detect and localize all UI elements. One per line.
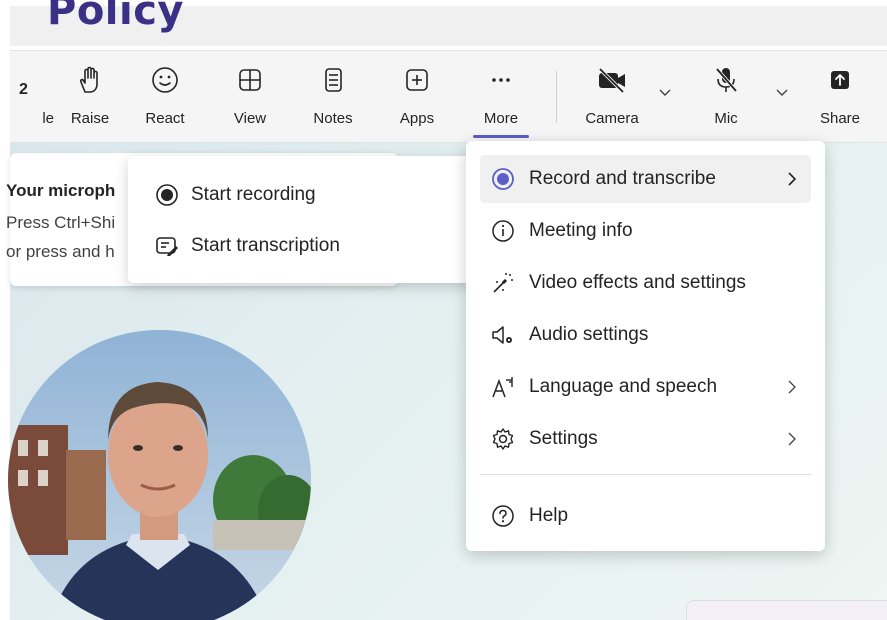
more-actions-menu: Record and transcribe Meeting info Video… — [466, 141, 825, 551]
grid-view-icon — [220, 65, 280, 95]
toolbar-mic-label: Mic — [714, 110, 738, 127]
toolbar-raise-label: Raise — [70, 110, 110, 127]
transcription-icon — [156, 237, 178, 256]
help-icon — [492, 505, 514, 527]
start-transcription-label: Start transcription — [191, 235, 340, 256]
toolbar-mic-button[interactable]: Mic — [696, 65, 756, 135]
speaker-settings-icon — [492, 326, 512, 344]
record-transcribe-submenu: Start recording Start transcription — [128, 156, 488, 283]
menu-item-audio-settings[interactable]: Audio settings — [480, 311, 811, 359]
menu-item-help[interactable]: Help — [480, 492, 811, 540]
share-icon — [810, 65, 870, 95]
toolbar-raise-button[interactable]: Raise — [60, 65, 120, 135]
magic-wand-icon — [493, 273, 513, 293]
toolbar-notes-label: Notes — [313, 110, 353, 127]
toolbar-view-label: View — [233, 110, 267, 127]
menu-item-meeting-info[interactable]: Meeting info — [480, 207, 811, 255]
menu-item-label: Video effects and settings — [529, 272, 746, 293]
meeting-toolbar: 2 le Raise React View Notes Apps More Ca… — [10, 50, 887, 143]
camera-off-icon — [582, 65, 642, 95]
menu-item-video-effects[interactable]: Video effects and settings — [480, 259, 811, 307]
add-apps-icon — [387, 65, 447, 95]
notes-icon — [303, 65, 363, 95]
toolbar-more-label: More — [483, 110, 519, 127]
toolbar-apps-button[interactable]: Apps — [387, 65, 447, 135]
toolbar-separator — [556, 71, 557, 123]
toolbar-react-button[interactable]: React — [135, 65, 195, 135]
start-recording-item[interactable]: Start recording — [128, 173, 488, 217]
more-icon — [471, 65, 531, 95]
toolbar-react-label: React — [145, 110, 185, 127]
slide-title: Policy — [47, 0, 185, 34]
mic-off-icon — [696, 65, 756, 95]
toolbar-share-button[interactable]: Share — [810, 65, 870, 135]
menu-item-settings[interactable]: Settings — [480, 415, 811, 463]
menu-item-record-and-transcribe[interactable]: Record and transcribe — [480, 155, 811, 203]
chevron-right-icon — [788, 172, 797, 186]
start-transcription-item[interactable]: Start transcription — [128, 224, 488, 268]
menu-divider — [480, 474, 811, 475]
slide-title-strip: Policy — [0, 0, 887, 50]
corner-tile — [686, 600, 887, 620]
toolbar-notes-button[interactable]: Notes — [303, 65, 363, 135]
gear-icon — [492, 428, 514, 450]
teams-meeting-window: Policy 2 le Raise React View Notes Apps … — [0, 0, 887, 620]
menu-item-label: Language and speech — [529, 376, 718, 397]
camera-options-chevron-icon[interactable] — [658, 85, 672, 99]
record-accent-icon — [492, 168, 514, 190]
menu-item-label: Audio settings — [529, 324, 649, 345]
toolbar-people-label: le — [42, 110, 54, 127]
mic-options-chevron-icon[interactable] — [775, 85, 789, 99]
notice-line-2: or press and h — [6, 242, 115, 261]
menu-item-label: Meeting info — [529, 220, 633, 241]
notice-title: Your microph — [6, 181, 116, 200]
toolbar-camera-button[interactable]: Camera — [582, 65, 642, 135]
notice-line-1: Press Ctrl+Shi — [6, 213, 116, 232]
menu-item-label: Settings — [529, 428, 598, 449]
menu-item-language-and-speech[interactable]: Language and speech — [480, 363, 811, 411]
toolbar-people-button[interactable]: 2 le — [0, 65, 54, 135]
people-count-icon: 2 — [19, 81, 28, 98]
toolbar-share-label: Share — [819, 110, 861, 127]
toolbar-more-button[interactable]: More — [471, 65, 531, 138]
chevron-right-icon — [788, 432, 796, 446]
start-recording-label: Start recording — [191, 184, 316, 205]
toolbar-apps-label: Apps — [399, 110, 435, 127]
menu-item-label: Record and transcribe — [529, 168, 716, 189]
participant-avatar[interactable] — [8, 330, 311, 620]
info-icon — [492, 220, 514, 242]
participant-photo — [8, 330, 311, 620]
raise-hand-icon — [60, 65, 120, 95]
language-icon — [492, 377, 513, 398]
toolbar-camera-label: Camera — [585, 110, 639, 127]
record-icon — [156, 184, 178, 206]
smiley-icon — [135, 65, 195, 95]
menu-item-label: Help — [529, 505, 569, 526]
toolbar-view-button[interactable]: View — [220, 65, 280, 135]
chevron-right-icon — [788, 380, 796, 394]
